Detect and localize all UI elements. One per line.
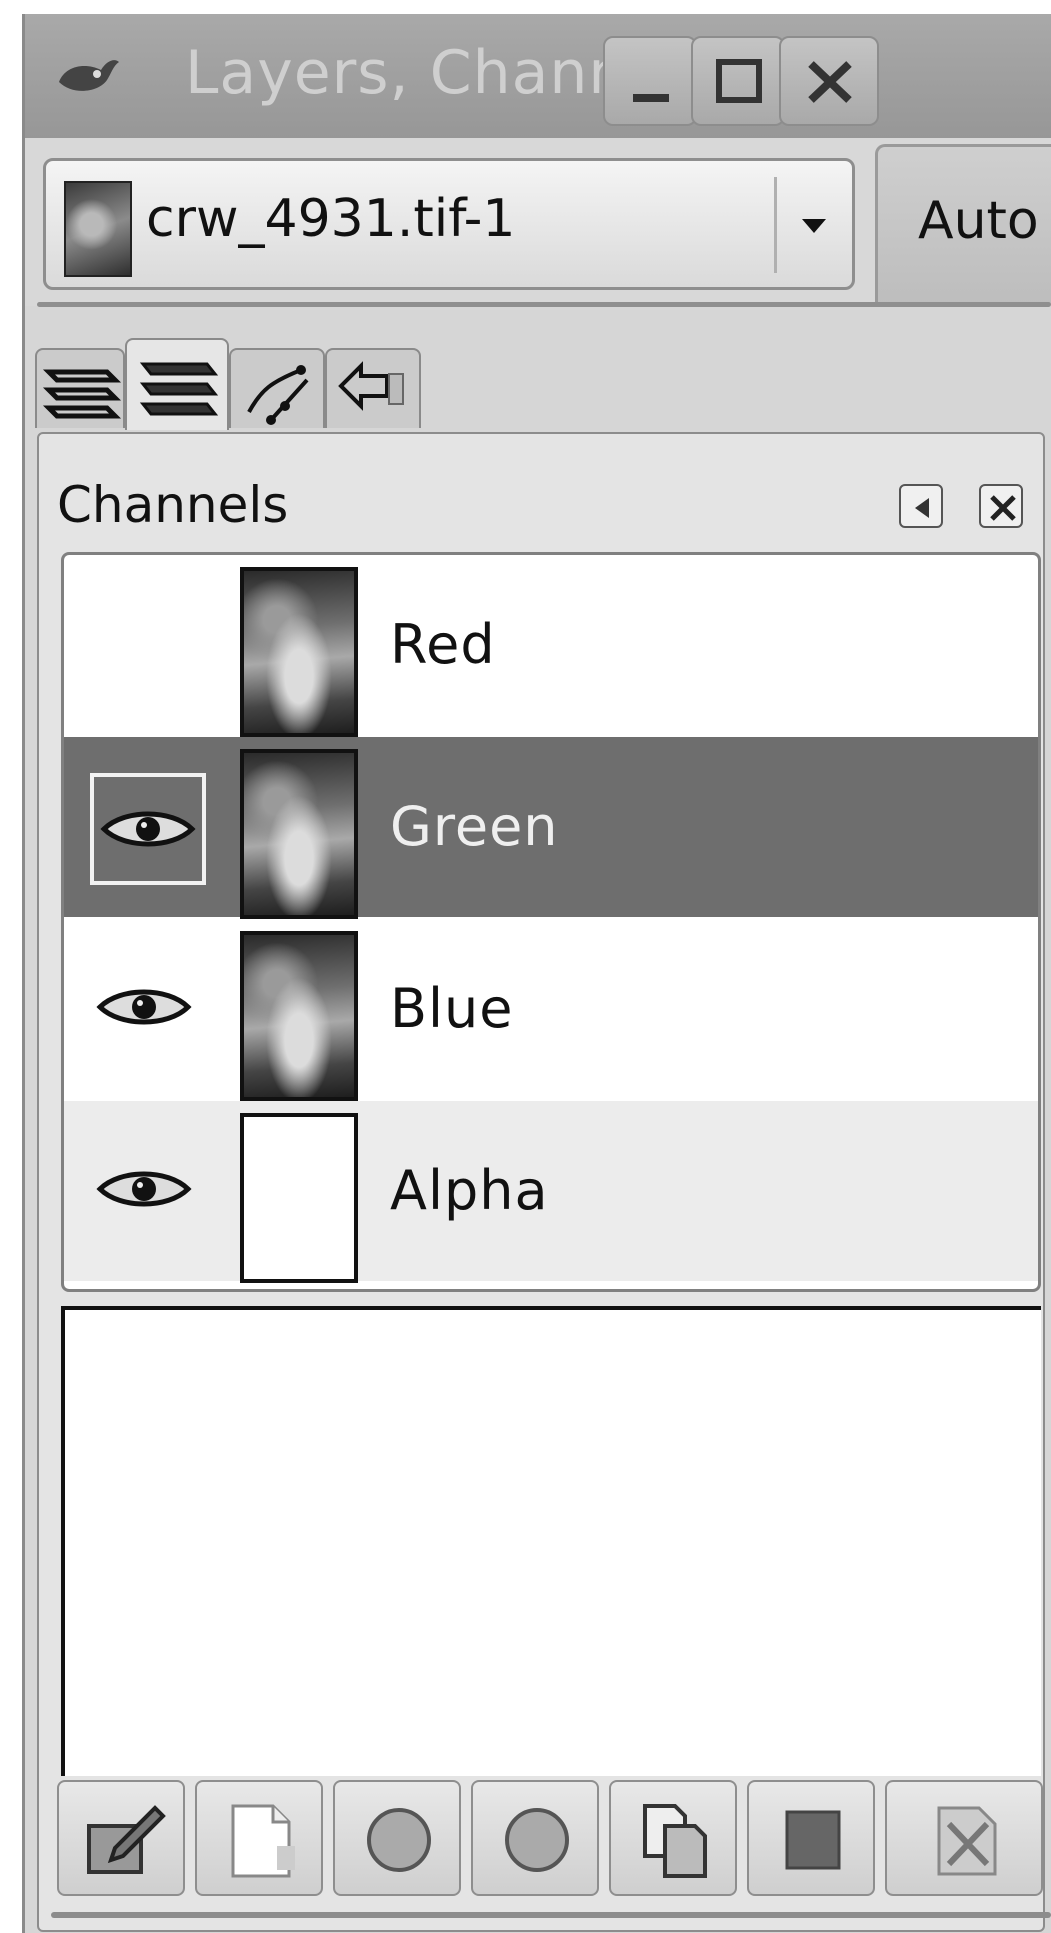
chevron-down-icon[interactable] bbox=[794, 205, 834, 245]
tab-layers[interactable] bbox=[35, 348, 125, 428]
duplicate-channel-button[interactable] bbox=[609, 1780, 737, 1896]
lower-icon bbox=[505, 1808, 569, 1872]
selection-icon bbox=[785, 1810, 841, 1870]
visibility-toggle[interactable] bbox=[90, 955, 206, 1067]
eye-icon bbox=[96, 989, 192, 1025]
pencil-icon bbox=[87, 1805, 166, 1874]
dock-tabs bbox=[25, 334, 1051, 434]
raise-channel-button[interactable] bbox=[333, 1780, 461, 1896]
channel-button-bar bbox=[57, 1780, 1043, 1900]
undo-history-icon bbox=[338, 361, 404, 411]
gimp-icon bbox=[59, 60, 119, 91]
image-selector-row: crw_4931.tif-1 Auto bbox=[25, 138, 1051, 307]
channels-panel: Channels Red Green Blue Alpha bbox=[37, 432, 1051, 1932]
channel-thumbnail bbox=[240, 567, 358, 737]
divider bbox=[51, 1912, 1051, 1918]
tab-paths[interactable] bbox=[229, 348, 325, 428]
maximize-button[interactable] bbox=[691, 36, 785, 126]
close-tab-button[interactable] bbox=[979, 484, 1023, 528]
panel-title: Channels bbox=[57, 476, 289, 534]
tab-channels[interactable] bbox=[125, 338, 229, 430]
duplicate-icon bbox=[643, 1804, 707, 1878]
channel-list: Red Green Blue Alpha bbox=[61, 552, 1041, 1292]
close-icon bbox=[808, 61, 852, 103]
channel-name: Red bbox=[390, 613, 496, 676]
image-menu-combo[interactable]: crw_4931.tif-1 bbox=[43, 158, 855, 290]
delete-channel-button[interactable] bbox=[885, 1780, 1043, 1896]
channel-row-green[interactable]: Green bbox=[64, 737, 1038, 919]
close-tab-icon bbox=[990, 495, 1016, 521]
layers-icon bbox=[42, 369, 122, 419]
channel-name: Alpha bbox=[390, 1159, 549, 1222]
image-name: crw_4931.tif-1 bbox=[146, 189, 516, 249]
visibility-toggle[interactable] bbox=[90, 1137, 206, 1249]
maximize-icon bbox=[716, 59, 762, 103]
auto-button[interactable]: Auto bbox=[875, 144, 1051, 304]
channel-name: Blue bbox=[390, 977, 514, 1040]
tab-menu-icon bbox=[915, 498, 929, 518]
minimize-icon bbox=[633, 94, 669, 102]
channel-thumbnail bbox=[240, 931, 358, 1101]
delete-icon bbox=[937, 1806, 997, 1876]
combo-separator bbox=[774, 177, 777, 273]
channel-name: Green bbox=[390, 795, 559, 858]
eye-icon bbox=[100, 811, 196, 847]
divider bbox=[37, 302, 1051, 307]
minimize-button[interactable] bbox=[603, 36, 697, 126]
visibility-toggle[interactable] bbox=[90, 591, 206, 703]
edit-channel-attributes-button[interactable] bbox=[57, 1780, 185, 1896]
auto-label: Auto bbox=[918, 191, 1039, 251]
eye-icon bbox=[96, 1171, 192, 1207]
new-page-icon bbox=[231, 1804, 295, 1878]
title-bar[interactable]: Layers, Channe bbox=[25, 14, 1051, 140]
new-channel-button[interactable] bbox=[195, 1780, 323, 1896]
tab-menu-button[interactable] bbox=[899, 484, 943, 528]
channel-row-alpha[interactable]: Alpha bbox=[64, 1101, 1038, 1283]
raise-icon bbox=[367, 1808, 431, 1872]
screenshot-frame: Layers, Channe crw_4931.tif-1 Auto Chann… bbox=[0, 0, 1051, 1933]
channels-icon bbox=[139, 362, 219, 416]
image-thumbnail bbox=[64, 181, 132, 277]
close-button[interactable] bbox=[779, 36, 879, 126]
channel-thumbnail bbox=[240, 1113, 358, 1283]
tab-undo-history[interactable] bbox=[325, 348, 421, 428]
channel-to-selection-button[interactable] bbox=[747, 1780, 875, 1896]
visibility-toggle[interactable] bbox=[90, 773, 206, 885]
paths-icon bbox=[247, 365, 309, 425]
channel-list-empty-area[interactable] bbox=[61, 1306, 1041, 1776]
lower-channel-button[interactable] bbox=[471, 1780, 599, 1896]
channel-row-blue[interactable]: Blue bbox=[64, 919, 1038, 1101]
channel-row-red[interactable]: Red bbox=[64, 555, 1038, 737]
channel-thumbnail bbox=[240, 749, 358, 919]
layers-channels-dialog: Layers, Channe crw_4931.tif-1 Auto Chann… bbox=[22, 14, 1051, 1933]
